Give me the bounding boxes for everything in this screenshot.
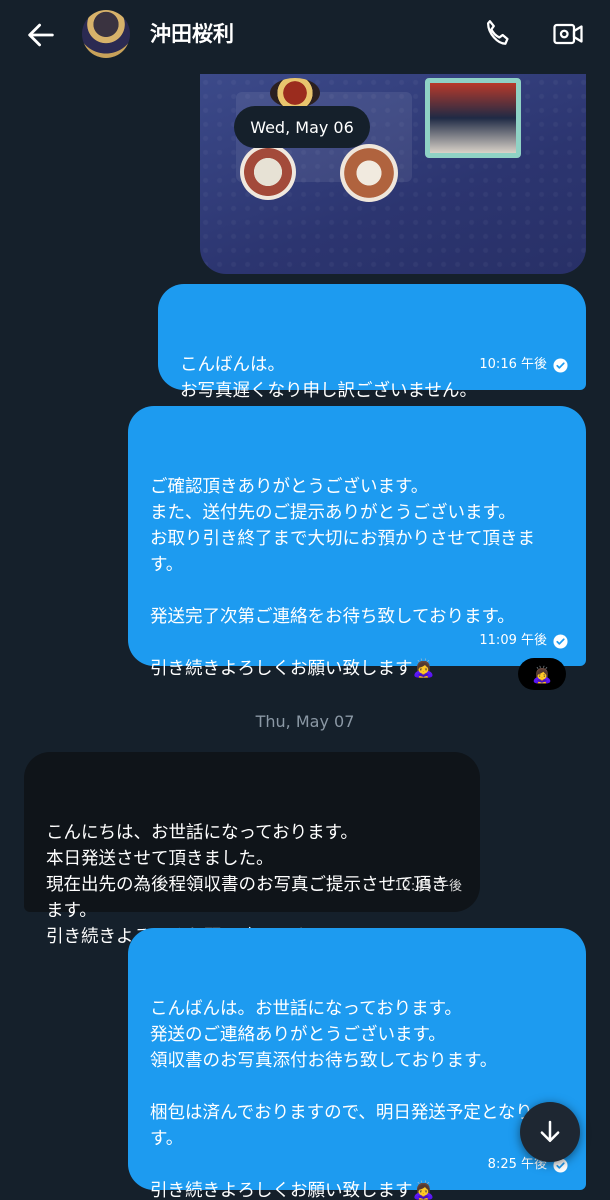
phone-icon [486,20,509,45]
message-meta: 12:45 午後 [394,874,462,900]
message-meta: 10:16 午後 [479,352,568,378]
read-check-icon [553,633,568,649]
reaction-emoji: 🙇‍♀️ [532,664,552,684]
contact-name[interactable]: 沖田桜利 [150,18,234,48]
conversation-header: 沖田桜利 [0,0,610,70]
message-time: 11:09 午後 [479,633,547,648]
video-call-button[interactable] [550,16,586,52]
back-button[interactable] [24,18,58,52]
message-bubble-sent[interactable]: こんばんは。 お写真遅くなり申し訳ございません。 こちらご確認お願い致します🙇‍… [158,284,586,427]
photo-content [270,78,320,108]
avatar[interactable] [82,10,130,58]
arrow-down-icon [540,1120,560,1142]
photo-content [240,144,296,200]
photo-message[interactable] [200,74,586,274]
date-pill: Wed, May 06 [234,106,370,148]
video-camera-icon [553,23,583,45]
photo-content [340,144,398,202]
message-reaction[interactable]: 🙇‍♀️ [518,658,566,690]
date-separator: Thu, May 07 [255,712,355,731]
message-bubble-sent[interactable]: こんばんは。お世話になっております。 発送のご連絡ありがとうございます。 領収書… [128,928,586,1200]
call-button[interactable] [480,16,516,52]
message-time: 10:16 午後 [479,357,547,372]
scroll-to-bottom-button[interactable] [520,1102,580,1162]
message-meta: 11:09 午後 [479,628,568,654]
read-check-icon [553,357,568,373]
message-bubble-sent[interactable]: ご確認頂きありがとうございます。 また、送付先のご提示ありがとうございます。 お… [128,406,586,679]
arrow-left-icon [28,23,54,47]
message-bubble-received[interactable]: こんにちは、お世話になっております。 本日発送させて頂きました。 現在出先の為後… [24,752,480,947]
photo-content [425,78,521,158]
message-time: 12:45 午後 [394,879,462,894]
